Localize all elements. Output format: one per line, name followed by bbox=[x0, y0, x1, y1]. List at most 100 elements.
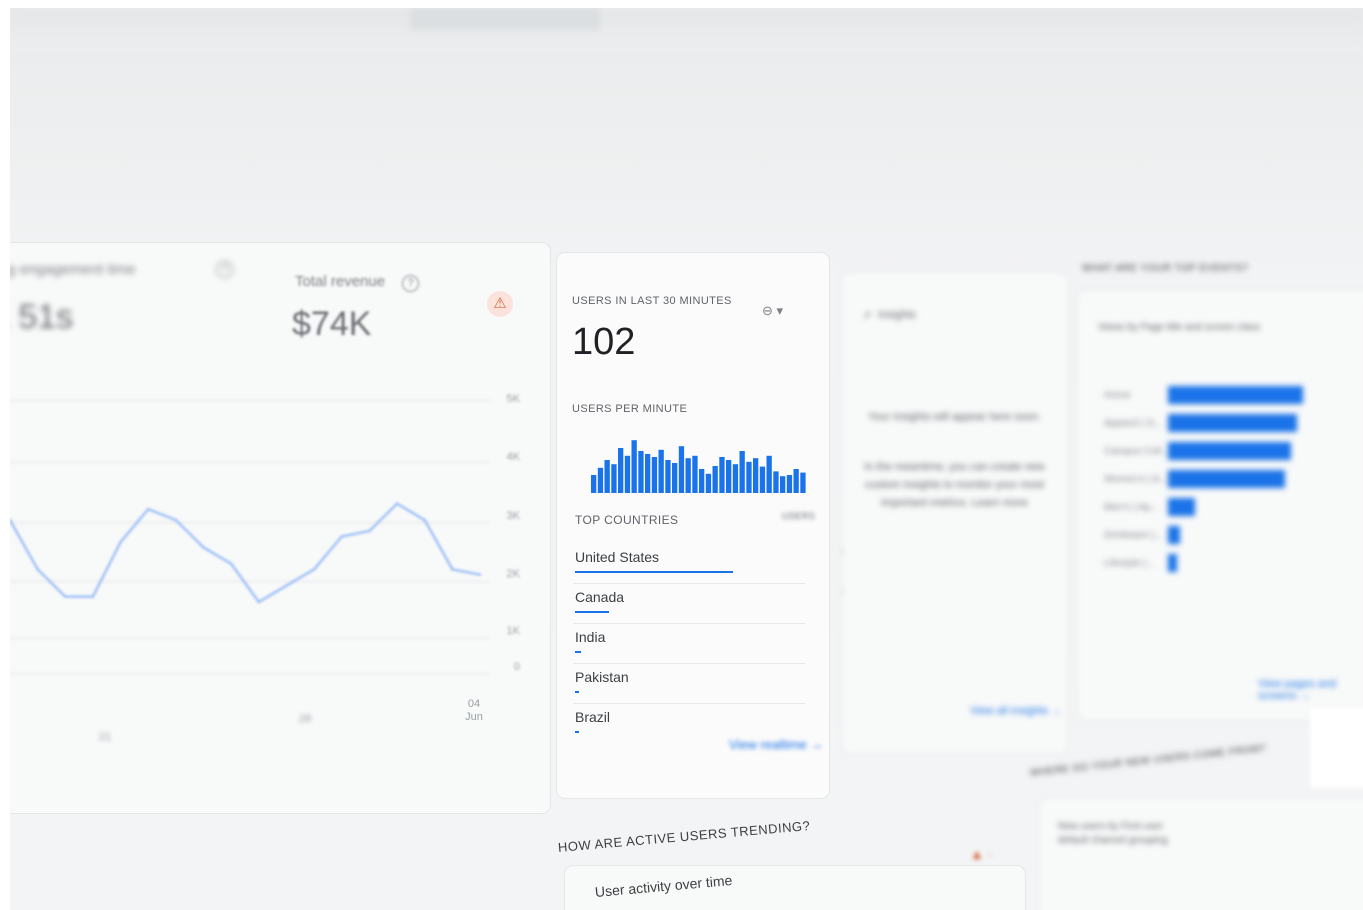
row-label: Home bbox=[1104, 390, 1131, 401]
insights-empty-message: Your insights will appear here soon. bbox=[867, 411, 1042, 423]
user-activity-card: User activity over time ▲ · bbox=[565, 846, 1025, 910]
revenue-data-point bbox=[423, 518, 426, 522]
revenue-data-point bbox=[478, 573, 482, 576]
revenue-data-point bbox=[257, 600, 261, 604]
row-label: Women's | A... bbox=[1104, 474, 1168, 485]
top-countries-label: TOP COUNTRIES bbox=[575, 513, 679, 527]
per-minute-bar[interactable] bbox=[658, 449, 664, 493]
top-page-bar[interactable] bbox=[1168, 414, 1297, 432]
country-row[interactable]: Canada 16 bbox=[573, 583, 853, 624]
country-row[interactable]: India 3 bbox=[573, 623, 853, 664]
warning-icon[interactable]: ▲ · bbox=[970, 846, 992, 862]
row-label: Campus Coll... bbox=[1104, 446, 1170, 457]
compare-dropdown-icon[interactable]: ⊖ ▾ bbox=[762, 303, 783, 319]
per-minute-bar[interactable] bbox=[766, 455, 772, 493]
per-minute-bar[interactable] bbox=[800, 472, 806, 493]
revenue-data-point bbox=[119, 540, 122, 544]
row-label: Apparel | G... bbox=[1104, 418, 1163, 429]
top-page-bar[interactable] bbox=[1168, 498, 1195, 516]
per-minute-bar[interactable] bbox=[618, 448, 624, 493]
insights-title: Insights bbox=[878, 309, 916, 321]
users-per-minute-label: USERS PER MINUTE bbox=[572, 403, 688, 415]
revenue-data-point bbox=[229, 562, 233, 565]
realtime-card: USERS IN LAST 30 MINUTES 102 ⊖ ▾ USERS P… bbox=[557, 253, 853, 798]
per-minute-bar[interactable] bbox=[699, 469, 705, 493]
country-name: India bbox=[575, 629, 606, 645]
top-page-bar[interactable] bbox=[1168, 470, 1285, 488]
revenue-data-point bbox=[174, 518, 178, 522]
per-minute-bar[interactable] bbox=[672, 463, 678, 493]
top-bar-tab[interactable] bbox=[410, 8, 600, 30]
users-last-30-value: 102 bbox=[572, 321, 636, 363]
dashboard-screen: Avg engagement time ? 1 51s Total revenu… bbox=[10, 8, 1363, 910]
per-minute-bar[interactable] bbox=[719, 457, 725, 493]
revenue-data-point bbox=[312, 568, 316, 571]
country-name: Canada bbox=[575, 589, 625, 605]
country-row[interactable]: Pakistan 2 bbox=[573, 663, 853, 704]
per-minute-bar[interactable] bbox=[759, 466, 766, 493]
per-minute-bar[interactable] bbox=[597, 467, 604, 493]
per-minute-bar[interactable] bbox=[665, 460, 671, 493]
revenue-data-point bbox=[395, 502, 399, 505]
new-users-card: New users by First user default channel … bbox=[1040, 798, 1363, 910]
per-minute-bar[interactable] bbox=[604, 460, 610, 493]
revenue-series-line bbox=[10, 502, 481, 604]
row-label: Lifestyle |... bbox=[1104, 558, 1155, 569]
per-minute-bar[interactable] bbox=[685, 458, 691, 493]
country-share-bar bbox=[575, 611, 610, 613]
top-events-header: WHAT ARE YOUR TOP EVENTS? bbox=[1082, 263, 1249, 274]
top-page-bar[interactable] bbox=[1168, 554, 1177, 572]
users-last-30-label: USERS IN LAST 30 MINUTES bbox=[572, 295, 732, 307]
active-users-trend-question: HOW ARE ACTIVE USERS TRENDING? bbox=[557, 817, 811, 855]
per-minute-bar[interactable] bbox=[726, 460, 732, 493]
insights-icon: ↗ bbox=[862, 310, 872, 322]
per-minute-bar[interactable] bbox=[692, 455, 698, 493]
per-minute-bar[interactable] bbox=[780, 476, 786, 493]
per-minute-bar[interactable] bbox=[793, 469, 799, 493]
country-share-bar bbox=[575, 651, 581, 653]
insights-help-text: In the meantime, you can create new cust… bbox=[864, 461, 1045, 509]
country-share-bar bbox=[575, 731, 579, 733]
revenue-data-point bbox=[451, 568, 454, 571]
revenue-data-point bbox=[64, 595, 67, 598]
per-minute-bar[interactable] bbox=[624, 455, 631, 493]
per-minute-bar[interactable] bbox=[591, 475, 597, 493]
users-column-label: USERS bbox=[782, 511, 816, 521]
country-name: Pakistan bbox=[575, 669, 629, 685]
per-minute-bar[interactable] bbox=[753, 458, 759, 493]
revenue-data-point bbox=[91, 595, 95, 598]
view-realtime-link[interactable]: View realtime → bbox=[729, 737, 823, 752]
per-minute-bar[interactable] bbox=[638, 451, 644, 493]
revenue-data-point bbox=[202, 546, 205, 549]
revenue-data-point bbox=[340, 535, 343, 538]
per-minute-bar[interactable] bbox=[786, 475, 793, 493]
per-minute-bar[interactable] bbox=[732, 464, 739, 493]
panel-edge bbox=[1310, 708, 1363, 788]
top-page-bar[interactable] bbox=[1168, 442, 1291, 460]
top-page-bar[interactable] bbox=[1168, 526, 1180, 544]
view-all-insights-link[interactable]: View all insights → bbox=[970, 705, 1062, 717]
per-minute-bar[interactable] bbox=[773, 471, 779, 493]
user-activity-title: User activity over time bbox=[594, 872, 733, 900]
per-minute-bar[interactable] bbox=[611, 464, 617, 493]
per-minute-bar[interactable] bbox=[705, 473, 712, 493]
view-pages-link[interactable]: View pages and screens → bbox=[1258, 678, 1363, 702]
per-minute-bar[interactable] bbox=[645, 454, 651, 493]
country-name: Brazil bbox=[575, 709, 611, 725]
revenue-data-point bbox=[368, 529, 371, 533]
per-minute-bar[interactable] bbox=[678, 446, 685, 493]
per-minute-bar[interactable] bbox=[739, 451, 745, 493]
country-row[interactable]: United States 65 bbox=[573, 543, 853, 584]
per-minute-bar[interactable] bbox=[651, 457, 658, 493]
top-bar bbox=[10, 8, 1363, 54]
metrics-card: Avg engagement time ? 1 51s Total revenu… bbox=[10, 243, 550, 813]
per-minute-bar[interactable] bbox=[712, 466, 718, 493]
insights-card: ↗ Insights Your insights will appear her… bbox=[842, 273, 1067, 753]
revenue-data-point bbox=[285, 584, 288, 587]
country-share-bar bbox=[575, 571, 733, 573]
top-page-bar[interactable] bbox=[1168, 386, 1303, 404]
per-minute-bar[interactable] bbox=[631, 440, 637, 493]
users-per-minute-chart bbox=[591, 440, 806, 493]
per-minute-bar[interactable] bbox=[746, 461, 752, 493]
row-label: Drinkware |... bbox=[1104, 530, 1163, 541]
